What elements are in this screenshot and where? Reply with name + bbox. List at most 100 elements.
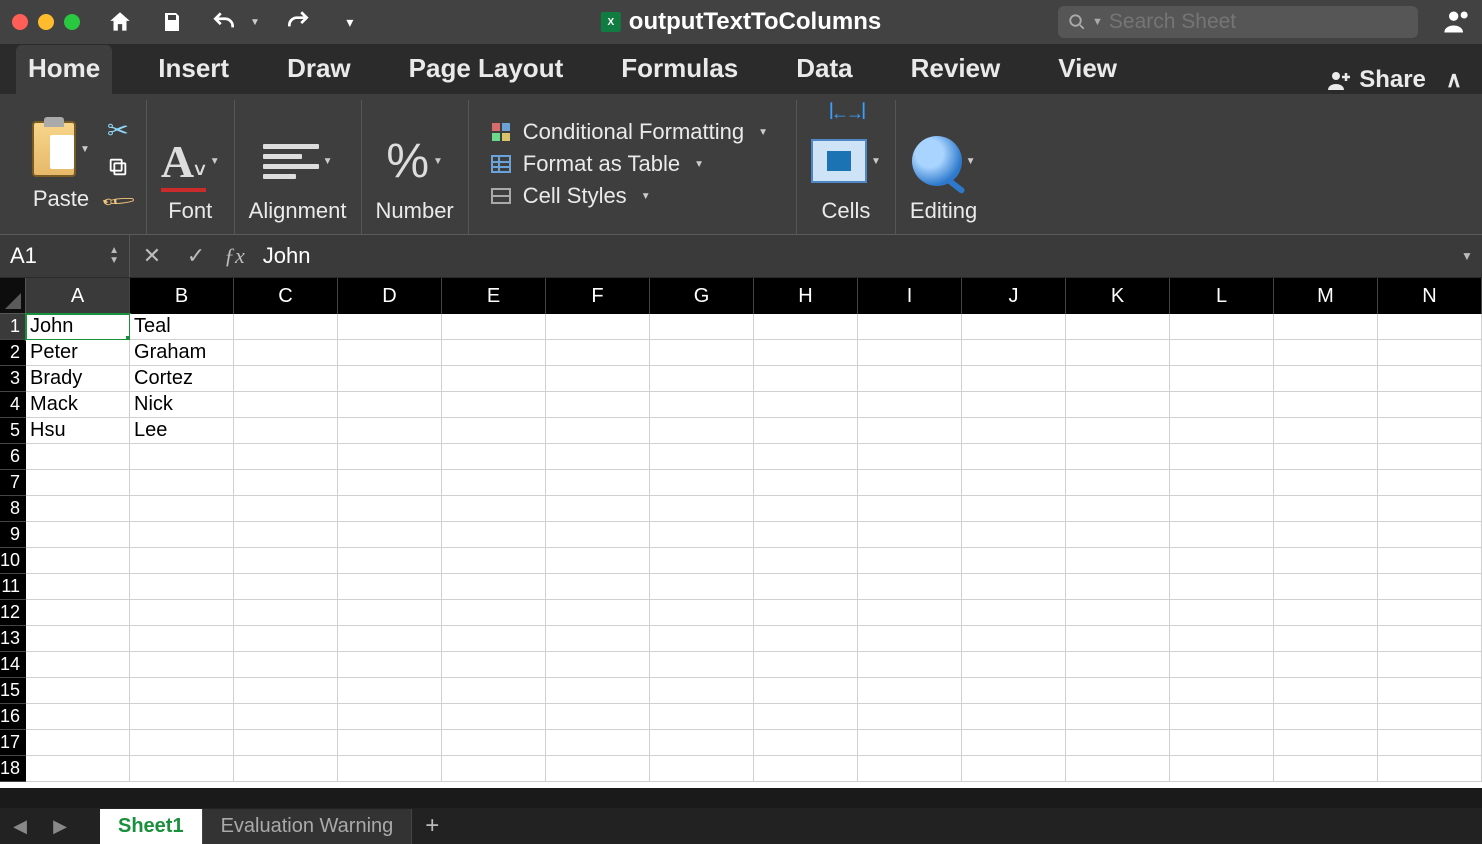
cell-G13[interactable] bbox=[650, 626, 754, 652]
row-header-9[interactable]: 9 bbox=[0, 522, 26, 548]
row-header-8[interactable]: 8 bbox=[0, 496, 26, 522]
cell-L17[interactable] bbox=[1170, 730, 1274, 756]
customize-toolbar-icon[interactable]: ▾ bbox=[336, 8, 364, 36]
cell-D9[interactable] bbox=[338, 522, 442, 548]
cell-D1[interactable] bbox=[338, 314, 442, 340]
cell-A11[interactable] bbox=[26, 574, 130, 600]
column-header-K[interactable]: K bbox=[1066, 278, 1170, 314]
cell-L10[interactable] bbox=[1170, 548, 1274, 574]
cell-G8[interactable] bbox=[650, 496, 754, 522]
cell-E17[interactable] bbox=[442, 730, 546, 756]
cell-B18[interactable] bbox=[130, 756, 234, 782]
cell-K7[interactable] bbox=[1066, 470, 1170, 496]
cell-C1[interactable] bbox=[234, 314, 338, 340]
cell-M4[interactable] bbox=[1274, 392, 1378, 418]
cell-B16[interactable] bbox=[130, 704, 234, 730]
cell-E3[interactable] bbox=[442, 366, 546, 392]
cell-G15[interactable] bbox=[650, 678, 754, 704]
cell-N11[interactable] bbox=[1378, 574, 1482, 600]
cell-K11[interactable] bbox=[1066, 574, 1170, 600]
cell-H17[interactable] bbox=[754, 730, 858, 756]
cell-M7[interactable] bbox=[1274, 470, 1378, 496]
cell-B14[interactable] bbox=[130, 652, 234, 678]
cell-D5[interactable] bbox=[338, 418, 442, 444]
cell-J18[interactable] bbox=[962, 756, 1066, 782]
cell-I11[interactable] bbox=[858, 574, 962, 600]
row-header-16[interactable]: 16 bbox=[0, 704, 26, 730]
cell-F8[interactable] bbox=[546, 496, 650, 522]
cell-M2[interactable] bbox=[1274, 340, 1378, 366]
chevron-down-icon[interactable]: ▼ bbox=[109, 256, 119, 266]
cell-F2[interactable] bbox=[546, 340, 650, 366]
sheet-tab-sheet1[interactable]: Sheet1 bbox=[100, 809, 203, 844]
cell-D16[interactable] bbox=[338, 704, 442, 730]
cell-M15[interactable] bbox=[1274, 678, 1378, 704]
cell-E10[interactable] bbox=[442, 548, 546, 574]
cell-G7[interactable] bbox=[650, 470, 754, 496]
cell-K4[interactable] bbox=[1066, 392, 1170, 418]
cell-I8[interactable] bbox=[858, 496, 962, 522]
cell-C5[interactable] bbox=[234, 418, 338, 444]
cell-B7[interactable] bbox=[130, 470, 234, 496]
cancel-formula-button[interactable]: ✕ bbox=[130, 243, 174, 269]
format-painter-icon[interactable]: 🖌 bbox=[99, 182, 137, 220]
cell-F16[interactable] bbox=[546, 704, 650, 730]
cell-B5[interactable]: Lee bbox=[130, 418, 234, 444]
cell-B6[interactable] bbox=[130, 444, 234, 470]
cell-C2[interactable] bbox=[234, 340, 338, 366]
cell-I7[interactable] bbox=[858, 470, 962, 496]
save-icon[interactable] bbox=[158, 8, 186, 36]
cell-F4[interactable] bbox=[546, 392, 650, 418]
cell-M18[interactable] bbox=[1274, 756, 1378, 782]
cell-H12[interactable] bbox=[754, 600, 858, 626]
cell-E16[interactable] bbox=[442, 704, 546, 730]
row-header-6[interactable]: 6 bbox=[0, 444, 26, 470]
cell-I2[interactable] bbox=[858, 340, 962, 366]
cell-K5[interactable] bbox=[1066, 418, 1170, 444]
cell-N7[interactable] bbox=[1378, 470, 1482, 496]
cell-G14[interactable] bbox=[650, 652, 754, 678]
cell-K3[interactable] bbox=[1066, 366, 1170, 392]
row-header-7[interactable]: 7 bbox=[0, 470, 26, 496]
cell-K15[interactable] bbox=[1066, 678, 1170, 704]
cell-F13[interactable] bbox=[546, 626, 650, 652]
cell-J1[interactable] bbox=[962, 314, 1066, 340]
row-header-4[interactable]: 4 bbox=[0, 392, 26, 418]
cell-J7[interactable] bbox=[962, 470, 1066, 496]
cell-E4[interactable] bbox=[442, 392, 546, 418]
column-header-A[interactable]: A bbox=[26, 278, 130, 314]
cell-C13[interactable] bbox=[234, 626, 338, 652]
cell-E5[interactable] bbox=[442, 418, 546, 444]
cell-D8[interactable] bbox=[338, 496, 442, 522]
cell-A6[interactable] bbox=[26, 444, 130, 470]
row-header-11[interactable]: 11 bbox=[0, 574, 26, 600]
cell-L3[interactable] bbox=[1170, 366, 1274, 392]
cell-N3[interactable] bbox=[1378, 366, 1482, 392]
cell-N18[interactable] bbox=[1378, 756, 1482, 782]
cell-M9[interactable] bbox=[1274, 522, 1378, 548]
cell-G4[interactable] bbox=[650, 392, 754, 418]
sheet-tab-evaluation-warning[interactable]: Evaluation Warning bbox=[203, 809, 413, 844]
cell-A18[interactable] bbox=[26, 756, 130, 782]
cell-K8[interactable] bbox=[1066, 496, 1170, 522]
cell-L8[interactable] bbox=[1170, 496, 1274, 522]
cell-J10[interactable] bbox=[962, 548, 1066, 574]
tab-insert[interactable]: Insert bbox=[146, 45, 241, 94]
format-as-table-button[interactable]: Format as Table ▼ bbox=[489, 151, 768, 177]
cell-E2[interactable] bbox=[442, 340, 546, 366]
undo-icon[interactable] bbox=[210, 8, 238, 36]
cell-G12[interactable] bbox=[650, 600, 754, 626]
cell-J17[interactable] bbox=[962, 730, 1066, 756]
cell-C4[interactable] bbox=[234, 392, 338, 418]
cell-J6[interactable] bbox=[962, 444, 1066, 470]
row-header-18[interactable]: 18 bbox=[0, 756, 26, 782]
cell-A13[interactable] bbox=[26, 626, 130, 652]
collapse-ribbon-icon[interactable]: ∧ bbox=[1446, 67, 1462, 93]
cell-J13[interactable] bbox=[962, 626, 1066, 652]
cell-E18[interactable] bbox=[442, 756, 546, 782]
number-button[interactable]: %▼ bbox=[386, 128, 443, 194]
cell-M8[interactable] bbox=[1274, 496, 1378, 522]
row-header-5[interactable]: 5 bbox=[0, 418, 26, 444]
cell-G5[interactable] bbox=[650, 418, 754, 444]
tab-review[interactable]: Review bbox=[899, 45, 1013, 94]
